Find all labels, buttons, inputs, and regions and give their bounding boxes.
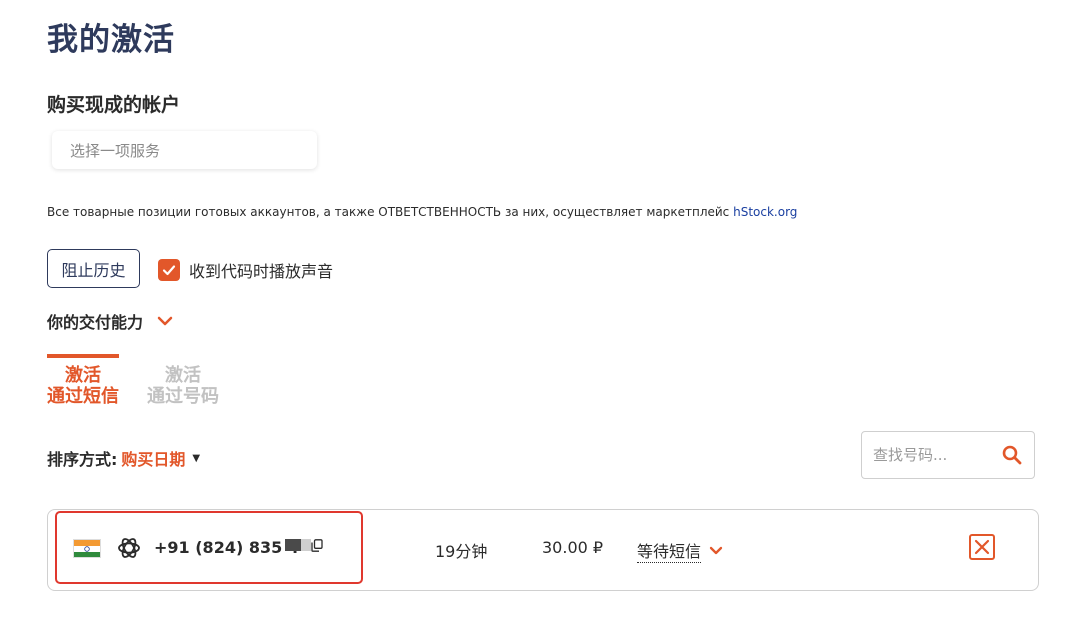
notice-text: Все товарные позиции готовых аккаунтов, … <box>47 205 734 219</box>
openai-icon <box>118 538 140 558</box>
block-history-button[interactable]: 阻止历史 <box>47 249 140 288</box>
tab-label-line2: 通过短信 <box>47 386 119 407</box>
buy-section-title: 购买现成的帐户 <box>47 94 181 116</box>
cancel-activation-button[interactable] <box>969 534 995 560</box>
hstock-link[interactable]: hStock.org <box>733 205 797 219</box>
chevron-down-icon <box>709 546 723 555</box>
service-select[interactable]: 选择一项服务 <box>52 131 317 169</box>
india-flag-icon <box>73 539 101 558</box>
search-icon[interactable] <box>1002 445 1022 465</box>
close-icon <box>974 539 990 555</box>
redacted-digits <box>285 539 301 551</box>
tab-label-line1: 激活 <box>165 365 201 386</box>
tab-number-activation[interactable]: 激活 通过号码 <box>147 354 219 407</box>
page-title: 我的激活 <box>47 22 175 58</box>
sort-label: 排序方式: <box>47 450 118 469</box>
activation-row: +91 (824) 835 4 19分钟 30.00 ₽ 等待短信 <box>47 509 1039 591</box>
sort-dropdown[interactable]: 购买日期 <box>121 446 185 470</box>
status-dropdown[interactable]: 等待短信 <box>637 538 723 563</box>
elapsed-time: 19分钟 <box>435 542 488 561</box>
capacity-label: 你的交付能力 <box>47 313 144 332</box>
sort-control: 排序方式: 购买日期 ▼ <box>47 446 200 470</box>
check-icon <box>162 265 176 276</box>
sound-checkbox[interactable] <box>158 259 180 281</box>
tab-label-line1: 激活 <box>65 365 101 386</box>
tab-label-line2: 通过号码 <box>147 386 219 407</box>
marketplace-notice: Все товарные позиции готовых аккаунтов, … <box>47 205 797 219</box>
status-text: 等待短信 <box>637 538 702 563</box>
search-box <box>861 431 1035 479</box>
sound-toggle[interactable]: 收到代码时播放声音 <box>158 258 333 282</box>
delivery-capacity-toggle[interactable]: 你的交付能力 <box>47 309 173 333</box>
copy-icon[interactable] <box>311 539 323 552</box>
redacted-digits-light <box>301 539 311 551</box>
activation-tabs: 激活 通过短信 激活 通过号码 <box>47 354 219 407</box>
tab-sms-activation[interactable]: 激活 通过短信 <box>47 354 119 407</box>
search-input[interactable] <box>873 446 993 464</box>
caret-down-icon[interactable]: ▼ <box>192 453 200 464</box>
chevron-down-icon <box>157 316 173 326</box>
sound-label: 收到代码时播放声音 <box>189 262 334 281</box>
phone-number: +91 (824) 835 4 <box>154 538 299 557</box>
price: 30.00 ₽ <box>542 538 604 557</box>
